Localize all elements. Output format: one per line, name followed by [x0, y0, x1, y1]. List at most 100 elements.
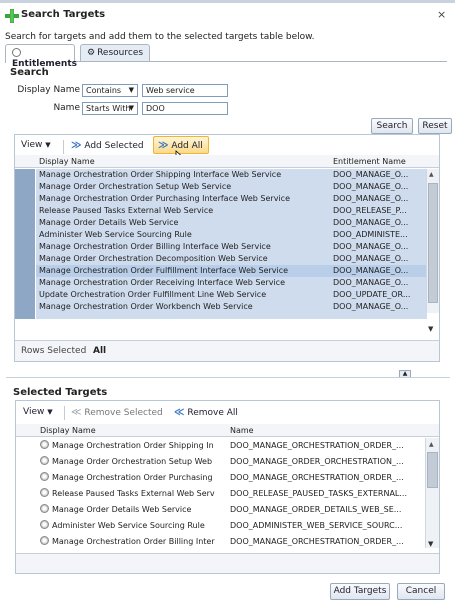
cell-entitlement-name: DOO_MANAGE_O... — [333, 218, 409, 227]
results-scrollbar[interactable]: ▲ — [426, 169, 439, 313]
remove-all-button[interactable]: ≪ Remove All — [174, 407, 238, 418]
row-selector[interactable] — [15, 193, 36, 205]
cancel-button[interactable]: Cancel — [397, 583, 445, 600]
table-row[interactable]: Administer Web Service Sourcing Rule DOO_… — [15, 229, 427, 241]
row-selector[interactable] — [15, 253, 36, 265]
cell-display-name: Manage Orchestration Order Workbench Web… — [39, 302, 253, 311]
entitlement-icon — [40, 440, 49, 449]
entitlement-icon — [40, 504, 49, 513]
table-row[interactable]: Manage Order Orchestration Decomposition… — [15, 253, 427, 265]
search-button[interactable]: Search — [371, 118, 413, 134]
close-icon[interactable]: × — [437, 8, 446, 21]
table-row-partial[interactable] — [15, 313, 427, 319]
cell-display-name: Administer Web Service Sourcing Rule — [39, 230, 192, 239]
double-chevron-up-icon: ≪ — [71, 407, 82, 418]
table-row[interactable]: Manage Orchestration Order Shipping In DO… — [16, 438, 424, 454]
table-row[interactable]: Manage Orchestration Order Receiving Int… — [15, 277, 427, 289]
name-input[interactable]: DOO — [142, 102, 228, 115]
scroll-up-icon[interactable]: ▲ — [429, 171, 434, 178]
scrollbar-thumb[interactable] — [427, 452, 438, 488]
selected-view-label: View — [23, 407, 45, 417]
row-selector[interactable] — [15, 205, 36, 217]
dialog-title: Search Targets — [21, 9, 106, 20]
add-selected-button[interactable]: ≫ Add Selected — [71, 140, 144, 151]
row-selector[interactable] — [15, 217, 36, 229]
row-selector[interactable] — [15, 229, 36, 241]
results-footer: Rows Selected All — [15, 340, 439, 361]
cell-entitlement-name: DOO_MANAGE_O... — [333, 302, 409, 311]
cell-name: DOO_MANAGE_ORDER_ORCHESTRATION_... — [230, 457, 404, 466]
row-selector[interactable] — [15, 289, 36, 301]
table-row[interactable]: Manage Orchestration Order Billing Inter… — [16, 534, 424, 550]
table-row[interactable]: Manage Orchestration Order Fulfillment I… — [15, 265, 427, 277]
table-row[interactable]: Manage Orchestration Order Purchasing In… — [15, 193, 427, 205]
row-selector[interactable] — [15, 169, 36, 181]
column-header-display-name[interactable]: Display Name — [40, 426, 96, 435]
add-targets-button[interactable]: Add Targets — [330, 583, 390, 600]
display-name-operator-select[interactable]: Contains ▼ — [82, 84, 138, 97]
toolbar-separator — [64, 406, 65, 420]
entitlements-tab-icon — [12, 48, 21, 57]
tab-entitlements-label: Entitlements — [12, 59, 77, 69]
remove-selected-button[interactable]: ≪ Remove Selected — [71, 407, 163, 418]
table-row[interactable]: Update Orchestration Order Fulfillment L… — [15, 289, 427, 301]
tab-resources[interactable]: ⚙ Resources — [80, 44, 150, 62]
cell-display-name: Manage Orchestration Order Receiving Int… — [39, 278, 285, 287]
row-selector[interactable] — [15, 301, 36, 313]
table-row[interactable]: Manage Order Details Web Service DOO_MANA… — [15, 217, 427, 229]
results-view-menu[interactable]: View ▼ — [21, 140, 51, 150]
scroll-up-icon[interactable]: ▲ — [429, 441, 434, 448]
cell-display-name: Manage Orchestration Order Shipping In — [52, 441, 214, 450]
reset-button[interactable]: Reset — [418, 118, 452, 134]
column-header-display-name[interactable]: Display Name — [39, 157, 95, 166]
row-selector[interactable] — [15, 277, 36, 289]
scroll-down-icon[interactable]: ▼ — [428, 540, 433, 548]
selected-view-menu[interactable]: View ▼ — [23, 407, 53, 417]
cell-name: DOO_MANAGE_ORCHESTRATION_ORDER_... — [230, 473, 404, 482]
cell-display-name: Manage Orchestration Order Shipping Inte… — [39, 170, 282, 179]
table-row[interactable]: Manage Order Details Web Service DOO_MANA… — [16, 502, 424, 518]
splitter-line — [6, 377, 450, 378]
cell-entitlement-name: DOO_ADMINISTE... — [333, 230, 408, 239]
cell-entitlement-name: DOO_MANAGE_O... — [333, 182, 409, 191]
table-row[interactable]: Manage Order Orchestration Setup Web DOO_… — [16, 454, 424, 470]
table-row[interactable]: Manage Orchestration Order Shipping Inte… — [15, 169, 427, 181]
cell-name: DOO_MANAGE_ORCHESTRATION_ORDER_... — [230, 441, 404, 450]
cell-entitlement-name: DOO_RELEASE_P... — [333, 206, 407, 215]
cell-display-name: Update Orchestration Order Fulfillment L… — [39, 290, 267, 299]
cell-display-name: Release Paused Tasks External Web Serv — [52, 489, 215, 498]
display-name-label: Display Name — [17, 85, 80, 95]
selected-table-header: Display Name Name — [16, 424, 439, 437]
row-selector[interactable] — [15, 241, 36, 253]
name-operator-select[interactable]: Starts With ▼ — [82, 102, 138, 115]
cell-entitlement-name: DOO_UPDATE_OR... — [333, 290, 411, 299]
table-row[interactable]: Manage Orchestration Order Workbench Web… — [15, 301, 427, 313]
selected-scrollbar[interactable]: ▲ — [425, 438, 439, 548]
cell-name: DOO_RELEASE_PAUSED_TASKS_EXTERNAL... — [230, 489, 407, 498]
table-row[interactable]: Release Paused Tasks External Web Serv DO… — [16, 486, 424, 502]
table-row[interactable]: Manage Orchestration Order Purchasing DOO… — [16, 470, 424, 486]
display-name-input[interactable]: Web service — [142, 84, 228, 97]
cell-entitlement-name: DOO_MANAGE_O... — [333, 254, 409, 263]
selected-table-body: Manage Orchestration Order Shipping In DO… — [16, 438, 424, 558]
scroll-down-icon[interactable]: ▼ — [428, 325, 433, 333]
row-selector[interactable] — [15, 313, 36, 319]
table-row[interactable]: Release Paused Tasks External Web Servic… — [15, 205, 427, 217]
add-selected-label: Add Selected — [84, 141, 144, 151]
remove-all-label: Remove All — [187, 408, 238, 418]
selected-targets-panel: View ▼ ≪ Remove Selected ≪ Remove All Di… — [15, 400, 440, 574]
table-row[interactable]: Manage Order Orchestration Setup Web Ser… — [15, 181, 427, 193]
chevron-down-icon: ▼ — [128, 104, 134, 112]
table-row[interactable]: Manage Orchestration Order Billing Inter… — [15, 241, 427, 253]
entitlement-icon — [40, 472, 49, 481]
dialog-description: Search for targets and add them to the s… — [5, 32, 315, 42]
cell-display-name: Administer Web Service Sourcing Rule — [52, 521, 205, 530]
cell-display-name: Manage Order Orchestration Setup Web Ser… — [39, 182, 232, 191]
column-header-entitlement-name[interactable]: Entitlement Name — [333, 157, 406, 166]
row-selector[interactable] — [15, 181, 36, 193]
column-header-name[interactable]: Name — [230, 426, 254, 435]
row-selector[interactable] — [15, 265, 36, 277]
table-row[interactable]: Administer Web Service Sourcing Rule DOO_… — [16, 518, 424, 534]
scrollbar-thumb[interactable] — [428, 183, 438, 303]
tab-entitlements[interactable]: Entitlements — [5, 44, 77, 69]
